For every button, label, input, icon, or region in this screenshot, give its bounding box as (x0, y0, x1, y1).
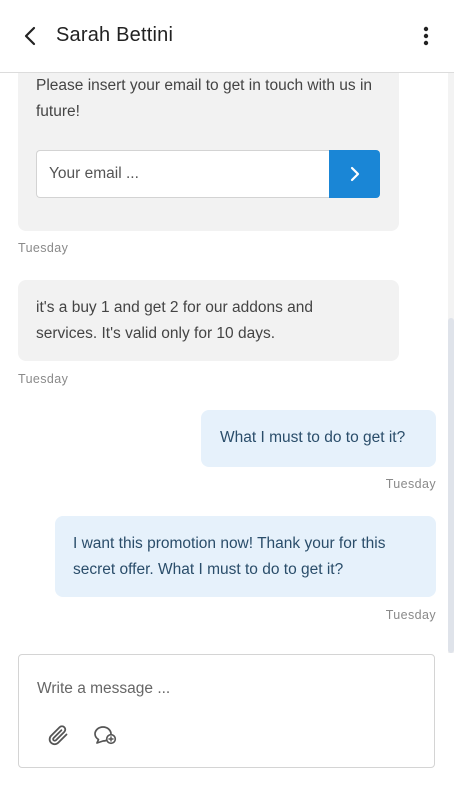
more-options-button[interactable] (414, 24, 438, 48)
chat-header: Sarah Bettini (0, 0, 454, 73)
chat-window: Sarah Bettini Please insert your email t… (0, 0, 454, 787)
message-timestamp: Tuesday (385, 608, 436, 622)
chevron-left-icon (24, 26, 36, 46)
contact-name: Sarah Bettini (56, 24, 174, 46)
email-submit-button[interactable] (329, 150, 380, 198)
message-input[interactable] (37, 677, 417, 701)
message-timestamp: Tuesday (18, 241, 69, 255)
email-form-bubble: Please insert your email to get in touch… (18, 73, 399, 231)
attach-button[interactable] (45, 722, 71, 748)
email-field[interactable] (36, 150, 329, 198)
message-text: What I must to do to get it? (220, 429, 406, 446)
more-vertical-icon (423, 26, 429, 46)
outgoing-message: What I must to do to get it? (201, 410, 436, 467)
back-button[interactable] (18, 24, 42, 48)
message-text: it's a buy 1 and get 2 for our addons an… (36, 299, 313, 342)
message-timestamp: Tuesday (385, 477, 436, 491)
chat-bubble-icon (94, 726, 117, 745)
email-form (36, 150, 380, 198)
incoming-message: it's a buy 1 and get 2 for our addons an… (18, 280, 399, 361)
paperclip-icon (48, 725, 68, 746)
message-composer (18, 654, 435, 768)
chat-bubble-button[interactable] (91, 722, 119, 748)
chevron-right-icon (350, 166, 359, 182)
message-text: I want this promotion now! Thank your fo… (73, 535, 386, 578)
message-timestamp: Tuesday (18, 372, 69, 386)
message-text: Please insert your email to get in touch… (36, 77, 373, 120)
outgoing-message: I want this promotion now! Thank your fo… (55, 516, 436, 597)
message-list[interactable]: Please insert your email to get in touch… (0, 73, 454, 648)
scrollbar-thumb[interactable] (448, 318, 454, 653)
